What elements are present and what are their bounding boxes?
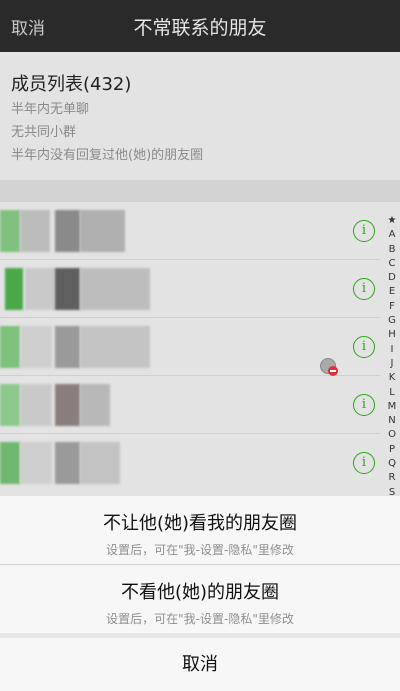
hide-my-moments-option[interactable]: 不让他(她)看我的朋友圈 设置后，可在"我-设置-隐私"里修改 — [0, 496, 400, 565]
index-letter[interactable]: J — [384, 357, 400, 371]
index-letter[interactable]: I — [384, 343, 400, 357]
index-letter[interactable]: N — [384, 414, 400, 428]
index-letter[interactable]: O — [384, 428, 400, 442]
friend-list: i i i i i — [0, 202, 400, 502]
option-title: 不看他(她)的朋友圈 — [120, 582, 280, 603]
blocked-badge-icon — [328, 366, 338, 376]
name-fragment — [55, 268, 80, 310]
info-icon[interactable]: i — [353, 394, 375, 416]
friend-row[interactable]: i — [0, 202, 380, 260]
avatar — [0, 442, 20, 484]
avatar-fragment — [20, 210, 50, 252]
index-letter[interactable]: K — [384, 371, 400, 385]
avatar-fragment — [20, 384, 52, 426]
alphabet-index[interactable]: ★ A B C D E F G H I J K L M N O P Q R S — [384, 214, 400, 500]
section-separator — [0, 180, 400, 202]
info-icon[interactable]: i — [353, 278, 375, 300]
criteria-item: 无共同小群 — [11, 125, 77, 140]
criteria-item: 半年内无单聊 — [11, 102, 90, 117]
friend-row[interactable]: i — [0, 376, 380, 434]
index-letter[interactable]: P — [384, 443, 400, 457]
index-letter[interactable]: D — [384, 271, 400, 285]
criteria-item: 半年内没有回复过他(她)的朋友圈 — [11, 148, 204, 163]
option-subtitle: 设置后，可在"我-设置-隐私"里修改 — [106, 543, 294, 557]
name-fragment — [55, 326, 80, 368]
index-letter[interactable]: Q — [384, 457, 400, 471]
name-fragment — [55, 210, 80, 252]
member-list-header: 成员列表(432) 半年内无单聊 无共同小群 半年内没有回复过他(她)的朋友圈 — [0, 52, 400, 180]
index-letter[interactable]: B — [384, 243, 400, 257]
name-fragment — [80, 326, 150, 368]
index-letter[interactable]: G — [384, 314, 400, 328]
nav-bar: 取消 不常联系的朋友 — [0, 0, 400, 52]
index-letter[interactable]: A — [384, 228, 400, 242]
name-fragment — [80, 442, 120, 484]
member-list-title: 成员列表(432) — [11, 74, 132, 95]
sheet-cancel-button[interactable]: 取消 — [0, 638, 400, 691]
index-letter[interactable]: L — [384, 386, 400, 400]
name-fragment — [55, 384, 80, 426]
page-title: 不常联系的朋友 — [133, 17, 267, 39]
name-fragment — [55, 442, 80, 484]
name-fragment — [80, 210, 125, 252]
action-sheet: 不让他(她)看我的朋友圈 设置后，可在"我-设置-隐私"里修改 不看他(她)的朋… — [0, 496, 400, 691]
option-title: 不让他(她)看我的朋友圈 — [102, 513, 298, 534]
avatar — [0, 384, 20, 426]
hide-their-moments-option[interactable]: 不看他(她)的朋友圈 设置后，可在"我-设置-隐私"里修改 — [0, 565, 400, 633]
avatar-fragment — [25, 268, 55, 310]
index-letter[interactable]: C — [384, 257, 400, 271]
avatar-fragment — [20, 326, 52, 368]
option-subtitle: 设置后，可在"我-设置-隐私"里修改 — [106, 612, 294, 626]
avatar-fragment — [20, 442, 52, 484]
index-letter[interactable]: ★ — [384, 214, 400, 228]
avatar — [0, 210, 20, 252]
name-fragment — [80, 384, 110, 426]
friend-row[interactable]: i — [0, 434, 380, 491]
name-fragment — [80, 268, 150, 310]
avatar — [5, 268, 23, 310]
info-icon[interactable]: i — [353, 220, 375, 242]
index-letter[interactable]: R — [384, 471, 400, 485]
avatar — [0, 326, 20, 368]
info-icon[interactable]: i — [353, 452, 375, 474]
index-letter[interactable]: M — [384, 400, 400, 414]
index-letter[interactable]: F — [384, 300, 400, 314]
index-letter[interactable]: E — [384, 285, 400, 299]
index-letter[interactable]: H — [384, 328, 400, 342]
info-icon[interactable]: i — [353, 336, 375, 358]
friend-row[interactable]: i — [0, 260, 380, 318]
